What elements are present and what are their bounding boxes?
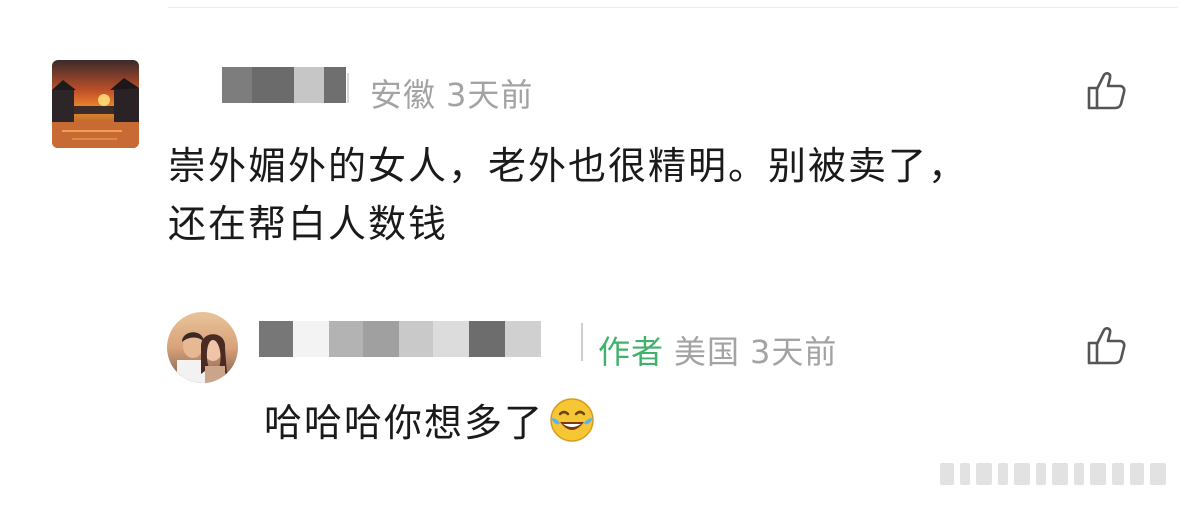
reply-time: 3天前 <box>750 333 838 371</box>
top-divider <box>168 7 1178 8</box>
thumbs-up-icon[interactable] <box>1085 70 1127 112</box>
commenter-name-masked[interactable] <box>222 67 346 103</box>
sunset-canal-avatar-image <box>52 60 139 148</box>
thumbs-up-icon[interactable] <box>1085 325 1127 367</box>
comment-location: 安徽 <box>370 76 437 114</box>
reply-meta: 作者 美国 3天前 <box>598 327 837 373</box>
commenter-avatar[interactable] <box>52 60 139 148</box>
name-separator <box>347 73 349 103</box>
comment-text-line-2: 还在帮白人数钱 <box>168 202 449 246</box>
reply-text-row: 哈哈哈你想多了 <box>264 394 596 452</box>
author-tag: 作者 <box>598 333 665 371</box>
laughing-tears-emoji <box>550 398 594 442</box>
couple-photo-avatar-image <box>167 312 238 383</box>
reply-text: 哈哈哈你想多了 <box>264 401 545 445</box>
comment-text: 崇外媚外的女人，老外也很精明。别被卖了， 还在帮白人数钱 <box>168 137 968 253</box>
replier-name-masked[interactable] <box>259 321 541 357</box>
reply-location: 美国 <box>674 333 741 371</box>
reply-name-separator <box>581 323 583 361</box>
replier-avatar[interactable] <box>167 312 238 383</box>
comment-meta: 安徽 3天前 <box>370 70 533 116</box>
comment-text-line-1: 崇外媚外的女人，老外也很精明。别被卖了， <box>168 144 969 188</box>
watermark-graphic <box>940 463 1166 485</box>
comment-time: 3天前 <box>446 76 534 114</box>
